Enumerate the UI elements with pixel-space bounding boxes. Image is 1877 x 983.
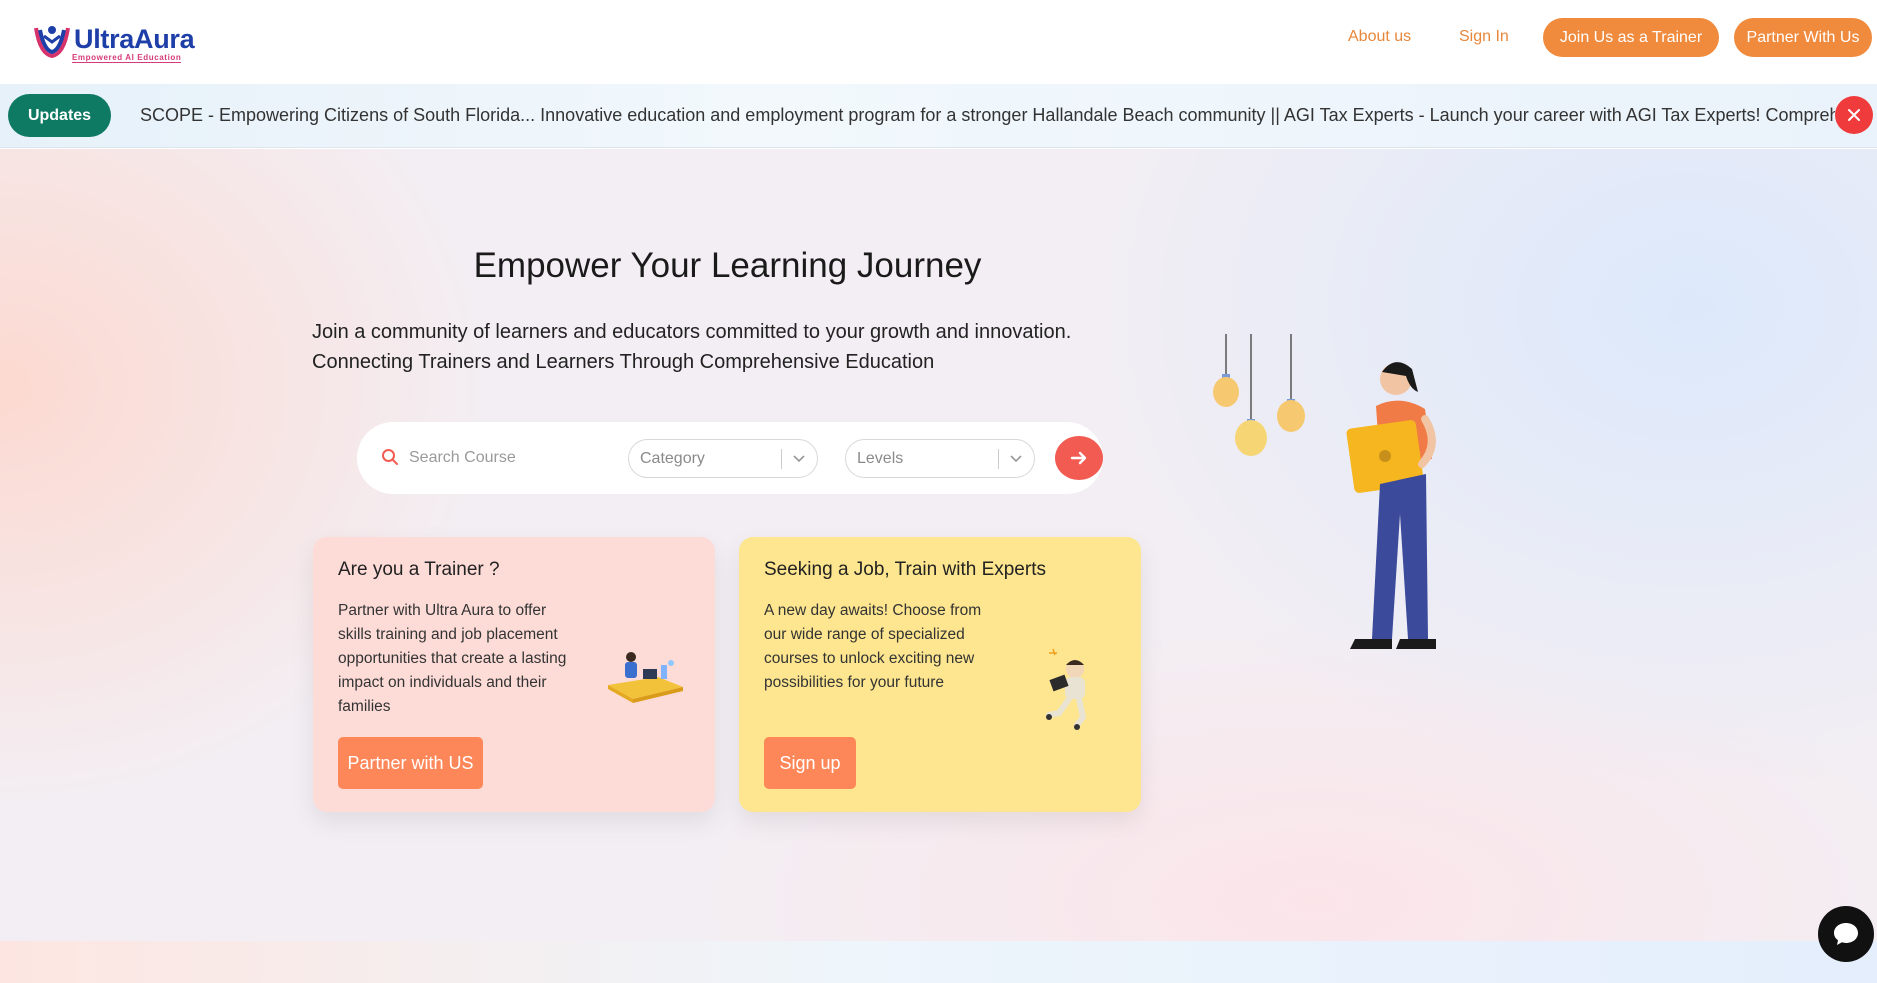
hero-subtitle-line-2: Connecting Trainers and Learners Through…	[312, 351, 935, 373]
levels-select-label: Levels	[857, 450, 904, 467]
close-updates-button[interactable]	[1835, 96, 1873, 134]
chat-button[interactable]	[1818, 906, 1874, 962]
chevron-down-icon	[1010, 455, 1022, 463]
job-card: Seeking a Job, Train with Experts A new …	[739, 537, 1141, 812]
trainer-card-title: Are you a Trainer ?	[338, 559, 500, 580]
arrow-right-icon	[1070, 451, 1087, 465]
hero-subtitle-line-1: Join a community of learners and educato…	[312, 321, 1072, 343]
updates-ticker[interactable]: SCOPE - Empowering Citizens of South Flo…	[140, 105, 1835, 126]
search-submit-button[interactable]	[1055, 436, 1103, 480]
updates-bar: Updates SCOPE - Empowering Citizens of S…	[0, 84, 1877, 148]
close-icon	[1848, 109, 1860, 121]
header: UltraAura Empowered AI Education About u…	[0, 0, 1877, 84]
trainer-card: Are you a Trainer ? Partner with Ultra A…	[313, 537, 715, 812]
brand-name: UltraAura	[74, 24, 195, 54]
hero-section: Empower Your Learning Journey Join a com…	[0, 149, 1877, 941]
sign-up-button[interactable]: Sign up	[764, 737, 856, 789]
category-select[interactable]: Category	[628, 439, 818, 478]
brand-logo[interactable]: UltraAura Empowered AI Education	[30, 20, 210, 64]
join-trainer-button[interactable]: Join Us as a Trainer	[1543, 18, 1719, 57]
brand-tagline: Empowered AI Education	[72, 53, 182, 63]
logo-mark-icon	[34, 26, 70, 59]
chat-icon	[1834, 923, 1858, 945]
trainer-desk-illustration	[608, 652, 683, 703]
levels-select[interactable]: Levels	[845, 439, 1035, 478]
select-separator	[781, 449, 782, 469]
updates-button[interactable]: Updates	[8, 94, 111, 137]
nav-sign-in-link[interactable]: Sign In	[1459, 28, 1509, 46]
woman-with-tablet-illustration	[1213, 334, 1436, 649]
hero-subtitle: Join a community of learners and educato…	[312, 317, 1071, 377]
trainer-card-text: Partner with Ultra Aura to offer skills …	[338, 602, 567, 715]
next-section-band	[0, 941, 1877, 983]
select-separator	[998, 449, 999, 469]
student-illustration	[1046, 648, 1087, 730]
chevron-down-icon	[793, 455, 805, 463]
job-card-title: Seeking a Job, Train with Experts	[764, 559, 1046, 580]
category-select-label: Category	[640, 450, 705, 467]
job-card-text: A new day awaits! Choose from our wide r…	[764, 602, 982, 691]
search-course-input[interactable]	[409, 444, 619, 472]
course-search-bar: Category Levels	[357, 422, 1103, 494]
nav-about-link[interactable]: About us	[1348, 28, 1411, 46]
search-icon	[382, 449, 398, 465]
partner-with-us-button[interactable]: Partner With Us	[1734, 18, 1872, 57]
partner-with-us-card-button[interactable]: Partner with US	[338, 737, 483, 789]
